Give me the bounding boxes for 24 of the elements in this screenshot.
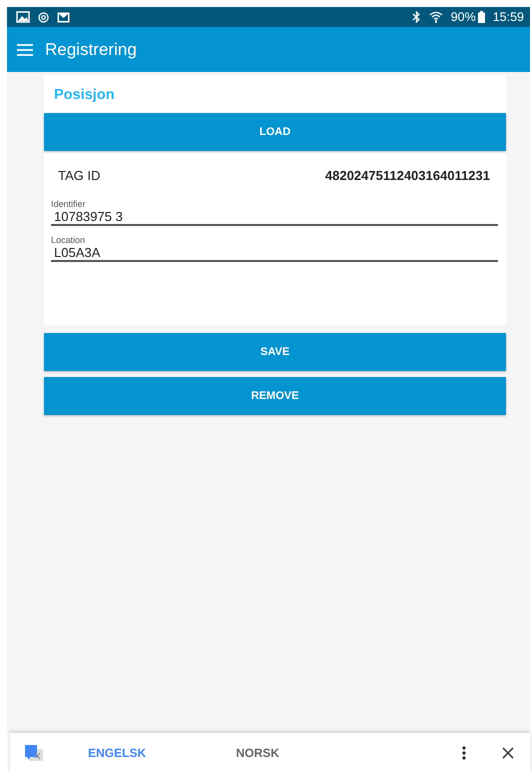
bluetooth-icon: [412, 11, 421, 23]
mail-icon: [57, 12, 70, 22]
language-tab[interactable]: ENGELSK: [88, 746, 236, 760]
more-options-icon[interactable]: [462, 746, 466, 760]
action-button[interactable]: REMOVE: [44, 377, 506, 415]
text-field[interactable]: 10783975 3: [51, 209, 498, 226]
battery-percent: 90%: [450, 10, 476, 24]
tag-id-label: TAG ID: [58, 168, 100, 183]
app-title: Registrering: [45, 40, 137, 60]
text-field[interactable]: L05A3A: [51, 245, 498, 262]
menu-icon[interactable]: [17, 44, 33, 56]
translate-icon: [24, 744, 44, 762]
close-icon[interactable]: [502, 747, 514, 759]
card-title: Posisjon: [53, 86, 116, 105]
wifi-icon: [428, 11, 443, 23]
field-label: Location: [51, 235, 86, 245]
language-tab[interactable]: NORSK: [236, 746, 384, 760]
battery-icon: [478, 11, 485, 23]
action-button[interactable]: SAVE: [44, 333, 506, 371]
field-label: Identifier: [51, 199, 87, 209]
load-button[interactable]: LOAD: [44, 113, 506, 151]
tag-id-value: 48202475112403164011231: [325, 168, 490, 183]
clock-time: 15:59: [492, 10, 524, 24]
image-icon: [16, 11, 30, 23]
